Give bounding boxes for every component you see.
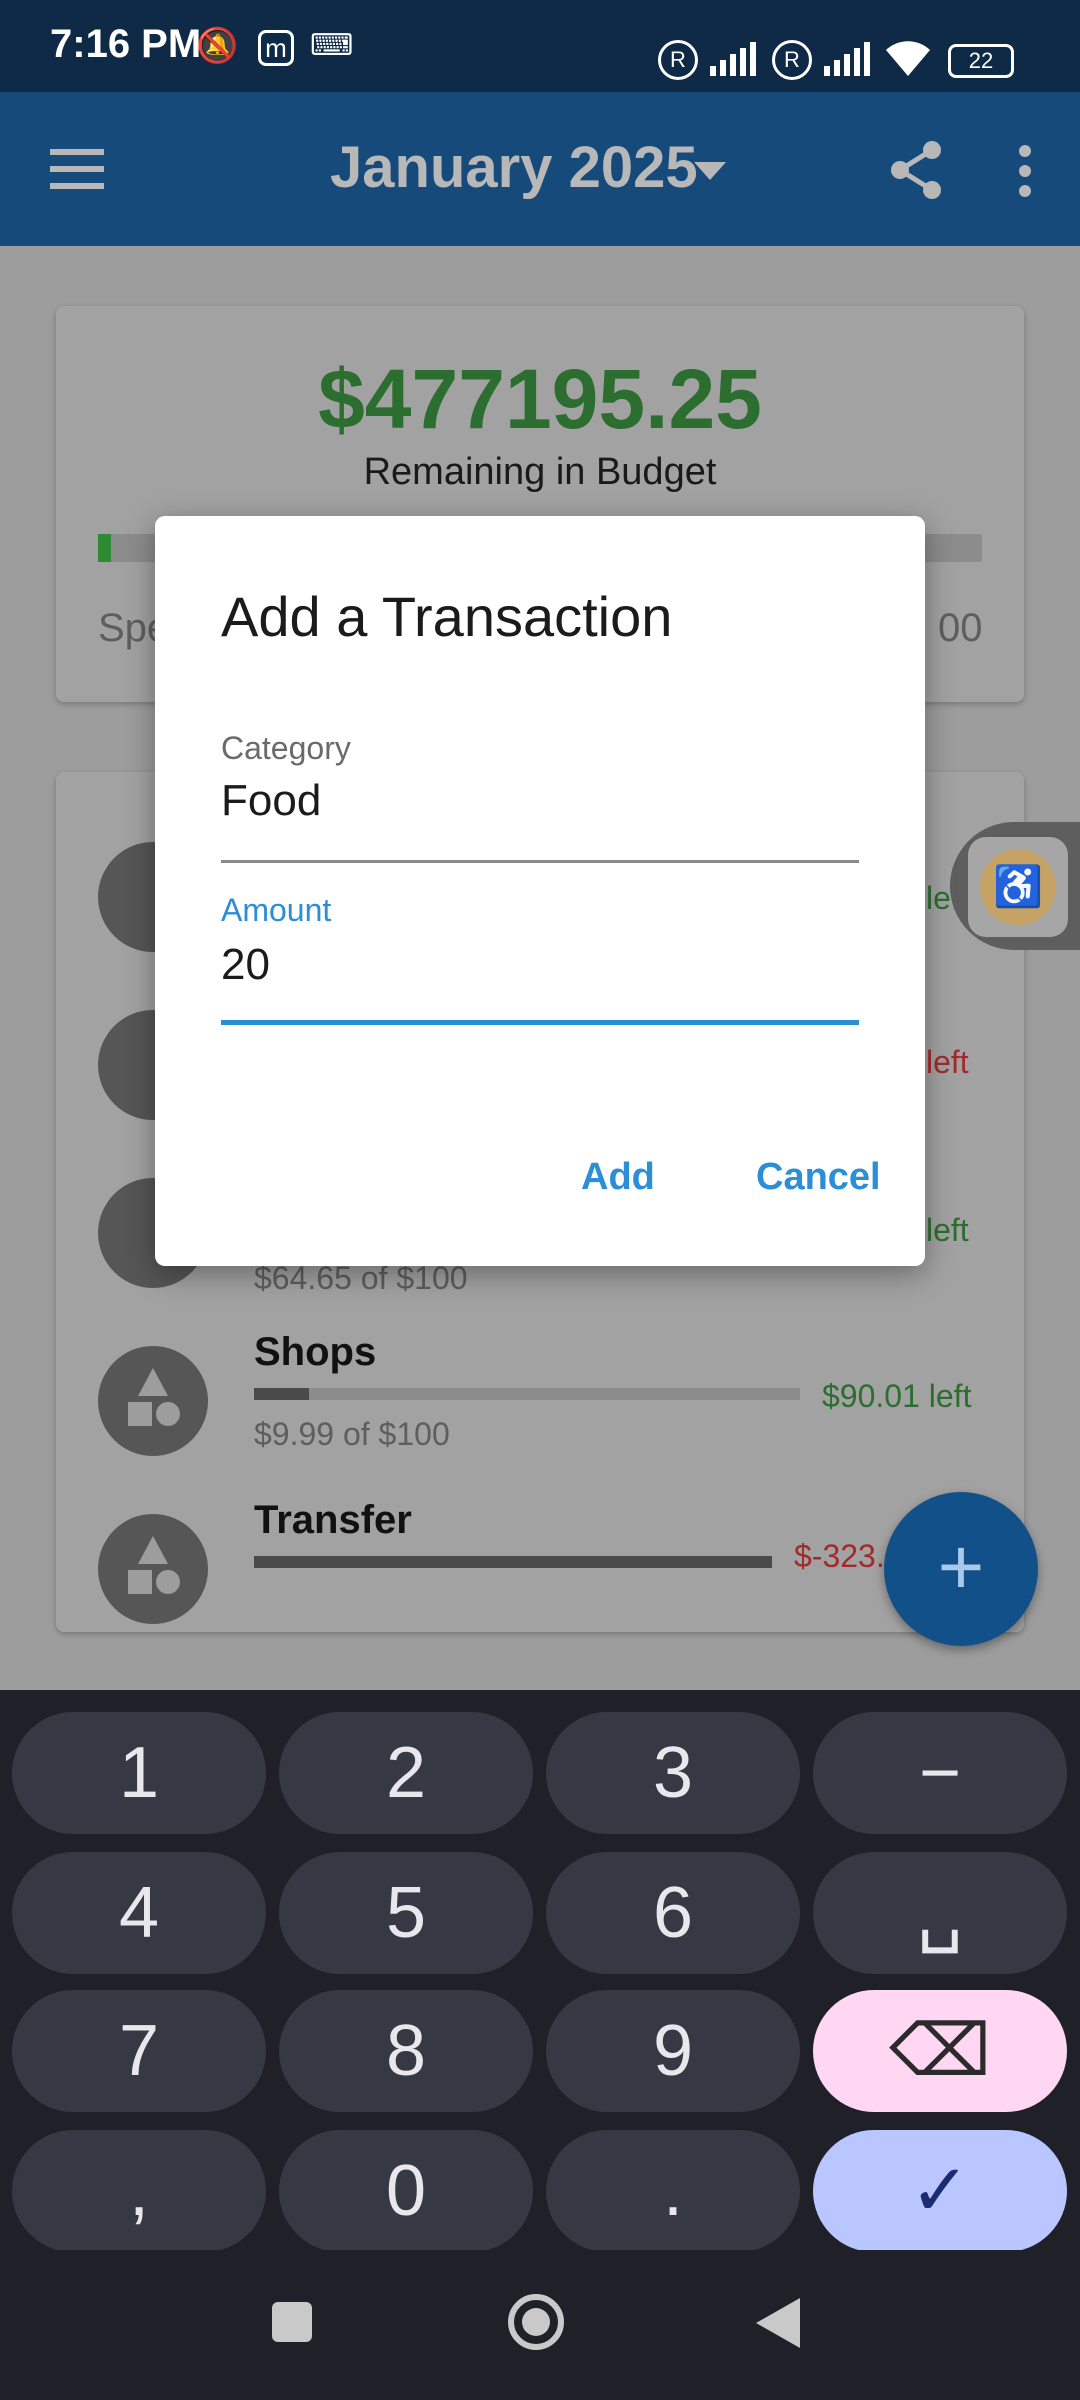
numeric-keyboard: 1 2 3 − 4 5 6 ␣ 7 8 9 ⌫ , 0 . ✓ xyxy=(0,1690,1080,2252)
key-2[interactable]: 2 xyxy=(279,1712,533,1834)
back-icon[interactable] xyxy=(756,2298,800,2353)
category-avatar xyxy=(98,1514,208,1624)
key-comma[interactable]: , xyxy=(12,2130,266,2252)
recent-apps-icon[interactable] xyxy=(272,2302,312,2342)
status-bar: 7:16 PM 🔕 m ⌨ R R 22 xyxy=(0,0,1080,92)
amount-field[interactable]: 20 xyxy=(221,940,270,990)
category-spent: $9.99 of $100 xyxy=(254,1416,450,1452)
category-name: Transfer xyxy=(254,1498,412,1542)
dropdown-caret-icon[interactable] xyxy=(694,162,726,180)
menu-icon[interactable] xyxy=(50,149,104,200)
key-3[interactable]: 3 xyxy=(546,1712,800,1834)
battery-icon: 22 xyxy=(948,44,1014,78)
key-0[interactable]: 0 xyxy=(279,2130,533,2252)
category-row-shops[interactable]: Shops $9.99 of $100 $90.01 left xyxy=(56,1330,1024,1470)
accessibility-icon: ♿ xyxy=(980,849,1056,925)
battery-level: 22 xyxy=(968,48,994,73)
cancel-button[interactable]: Cancel xyxy=(756,1156,881,1199)
remaining-label: Remaining in Budget xyxy=(363,451,717,493)
add-transaction-fab[interactable]: + xyxy=(884,1492,1038,1646)
keyboard-icon: ⌨ xyxy=(310,29,354,62)
category-progress-bar xyxy=(254,1556,772,1568)
category-left: $-323. xyxy=(794,1538,885,1574)
total-label: 00 xyxy=(938,606,983,650)
registered-icon: R xyxy=(658,40,698,80)
mi-icon: m xyxy=(258,30,294,66)
key-5[interactable]: 5 xyxy=(279,1852,533,1974)
budget-progress-fill xyxy=(98,534,112,562)
registered-icon: R xyxy=(772,40,812,80)
key-minus[interactable]: − xyxy=(813,1712,1067,1834)
backspace-key[interactable]: ⌫ xyxy=(813,1990,1067,2112)
mute-icon: 🔕 xyxy=(196,27,239,65)
signal-icon xyxy=(824,42,872,81)
category-left: left xyxy=(926,1212,969,1248)
app-bar: January 2025 xyxy=(0,92,1080,246)
remaining-amount: $477195.25 xyxy=(318,352,762,446)
system-nav-bar xyxy=(0,2250,1080,2400)
key-space[interactable]: ␣ xyxy=(813,1852,1067,1974)
amount-field-underline xyxy=(221,1020,859,1025)
shapes-icon xyxy=(128,1536,180,1594)
category-progress-fill xyxy=(254,1556,772,1568)
category-field-underline xyxy=(221,860,859,863)
key-1[interactable]: 1 xyxy=(12,1712,266,1834)
done-key[interactable]: ✓ xyxy=(813,2130,1067,2252)
category-progress-fill xyxy=(254,1388,309,1400)
accessibility-bubble: ♿ xyxy=(968,837,1068,937)
category-field-label: Category xyxy=(221,730,351,766)
key-7[interactable]: 7 xyxy=(12,1990,266,2112)
month-title[interactable]: January 2025 xyxy=(330,134,698,201)
accessibility-menu-button[interactable]: ♿ xyxy=(950,822,1080,950)
category-field[interactable]: Food xyxy=(221,776,321,826)
key-4[interactable]: 4 xyxy=(12,1852,266,1974)
status-time: 7:16 PM xyxy=(50,22,202,66)
home-icon[interactable] xyxy=(508,2294,564,2350)
category-left: left xyxy=(926,1044,969,1080)
category-row-transfer[interactable]: Transfer $-323. xyxy=(56,1498,1024,1632)
signal-icon xyxy=(710,42,758,81)
key-9[interactable]: 9 xyxy=(546,1990,800,2112)
key-8[interactable]: 8 xyxy=(279,1990,533,2112)
category-progress-bar xyxy=(254,1388,800,1400)
share-icon[interactable] xyxy=(888,140,944,205)
dialog-title: Add a Transaction xyxy=(221,585,673,648)
category-left: $90.01 left xyxy=(822,1378,972,1414)
amount-field-label: Amount xyxy=(221,892,332,928)
wifi-icon xyxy=(884,38,932,83)
shapes-icon xyxy=(128,1368,180,1426)
add-transaction-dialog: Add a Transaction Category Food Amount 2… xyxy=(155,516,925,1266)
add-button[interactable]: Add xyxy=(581,1156,655,1199)
more-vert-icon[interactable] xyxy=(1018,144,1032,203)
category-name: Shops xyxy=(254,1330,377,1374)
category-avatar xyxy=(98,1346,208,1456)
key-period[interactable]: . xyxy=(546,2130,800,2252)
key-6[interactable]: 6 xyxy=(546,1852,800,1974)
